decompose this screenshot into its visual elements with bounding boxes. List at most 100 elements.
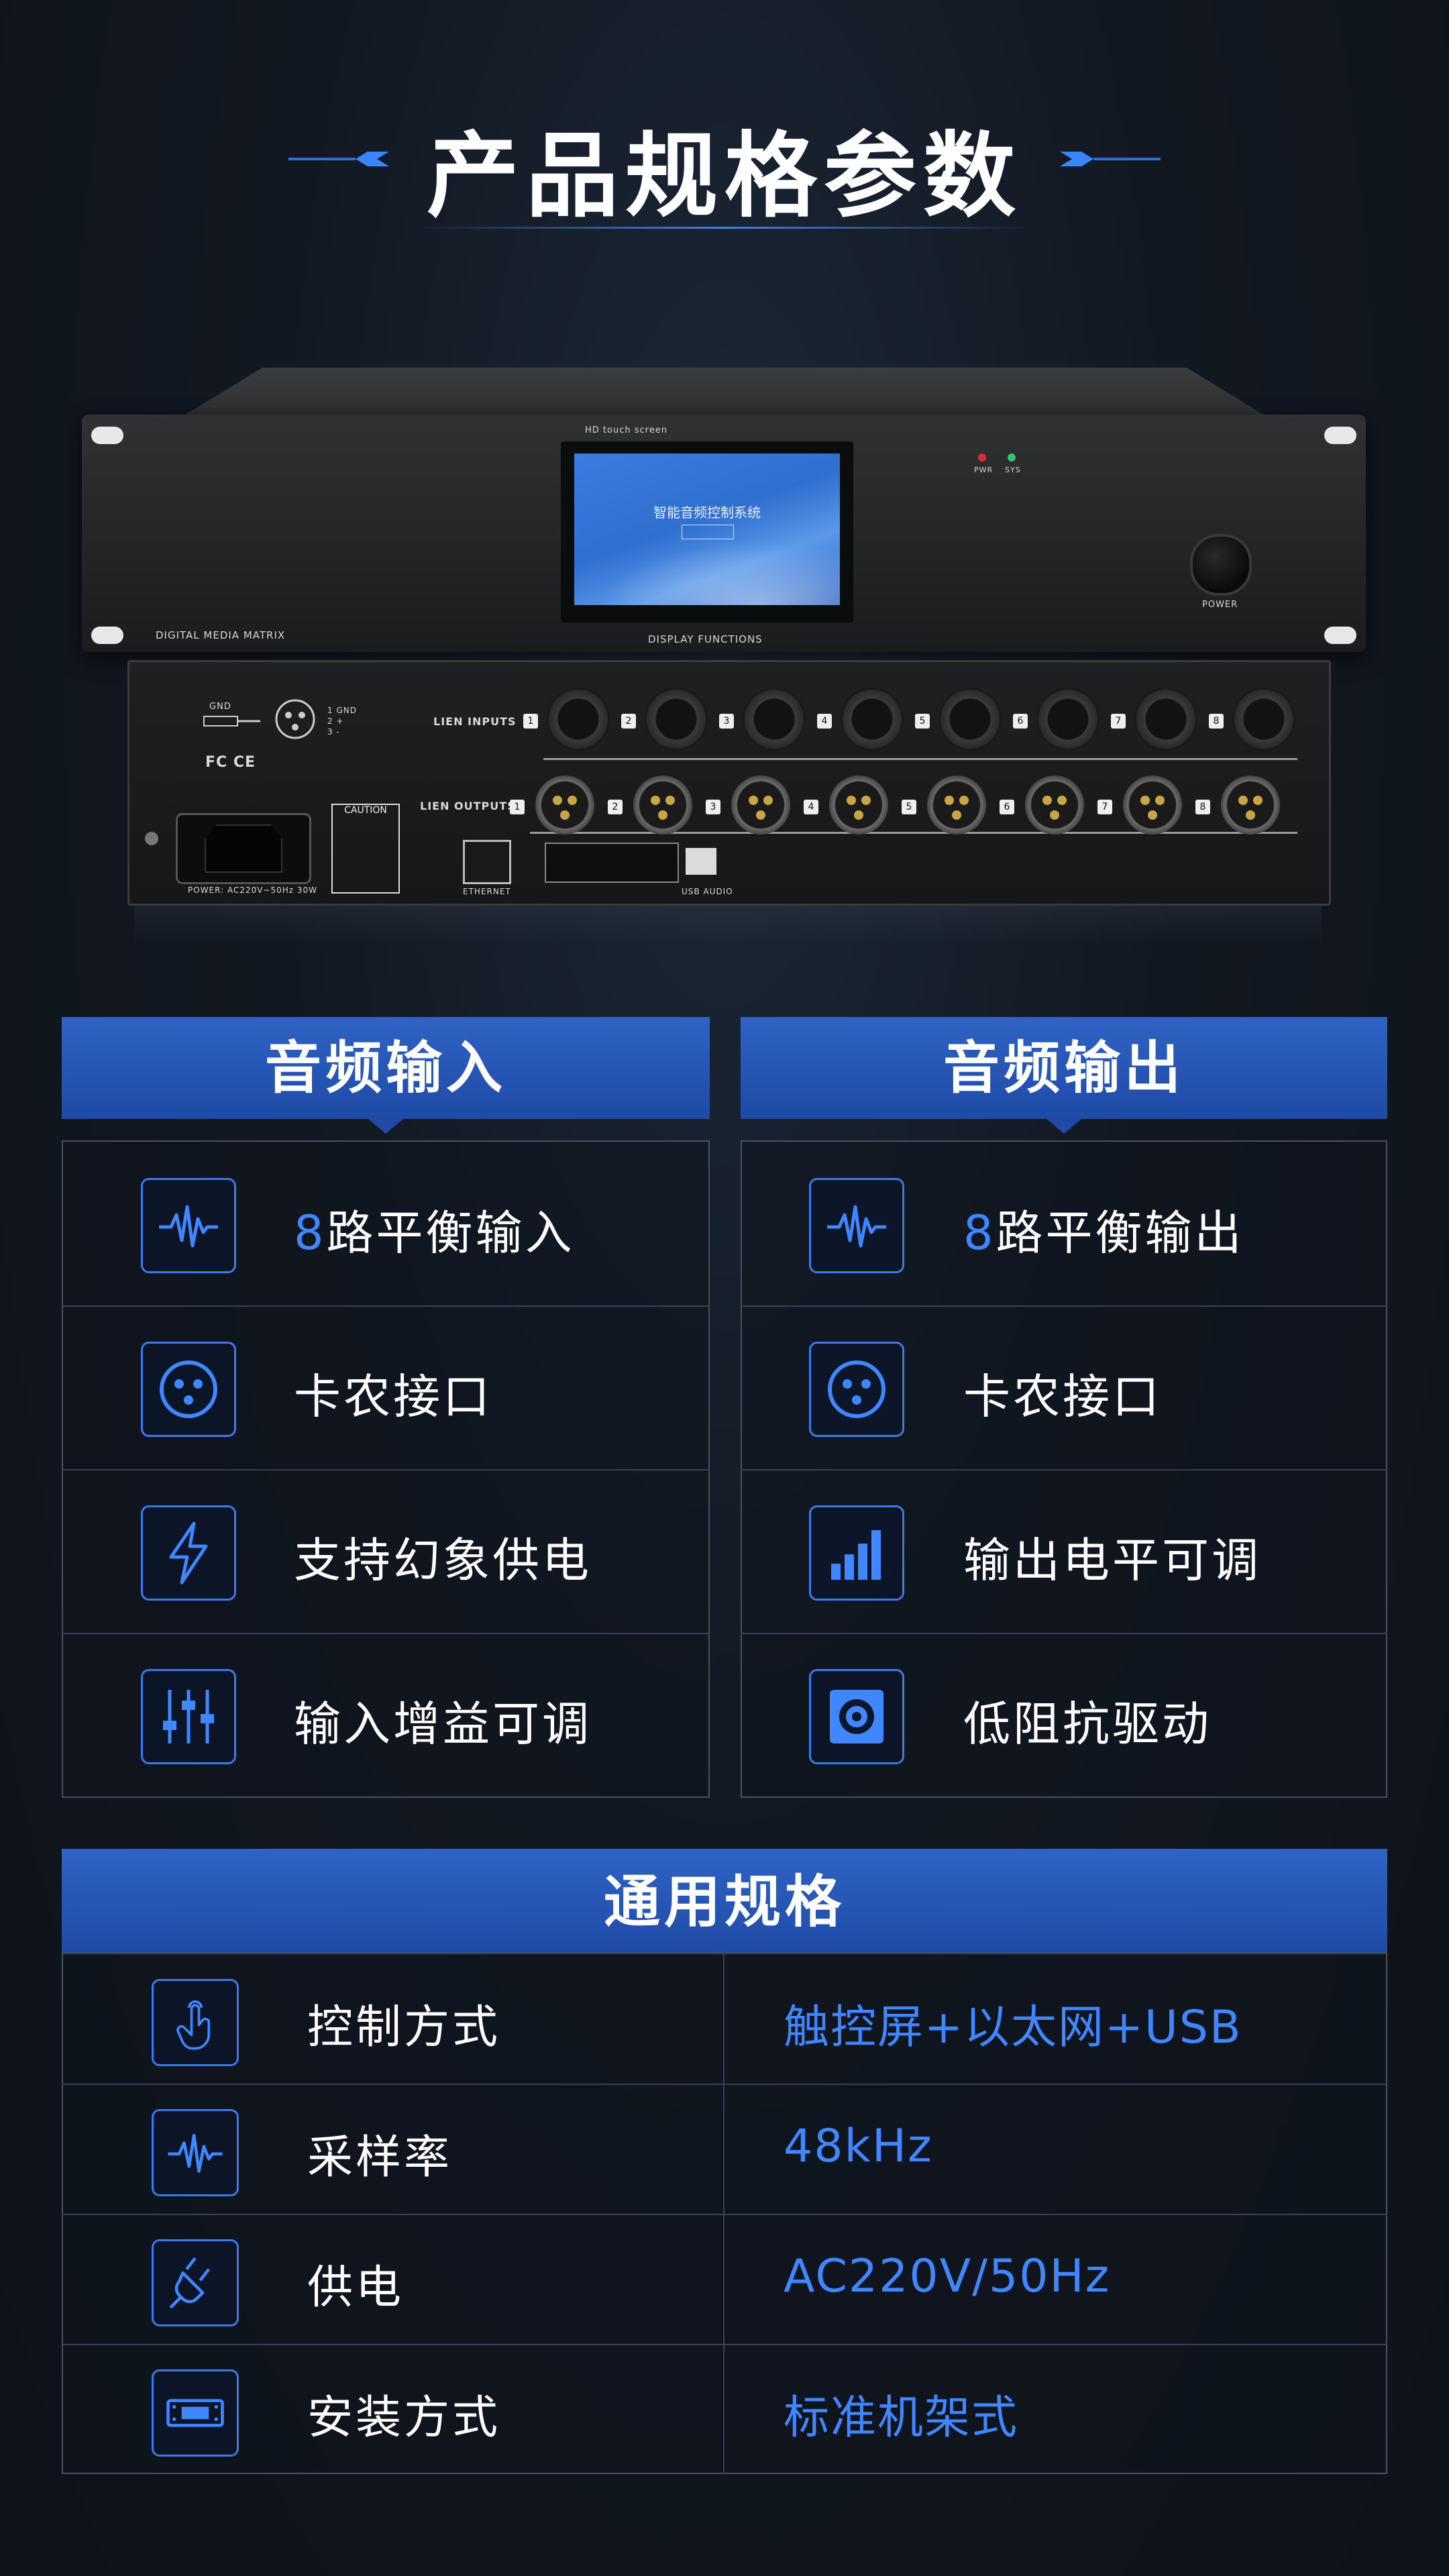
plug-icon xyxy=(152,2239,239,2326)
touch-hand-icon xyxy=(152,1979,239,2066)
xlr-input-jack xyxy=(647,690,706,749)
spec-label: 安装方式 xyxy=(307,2392,501,2445)
output-channel-number: 8 xyxy=(1195,800,1210,814)
screen-title: 智能音频控制系统 xyxy=(653,504,761,521)
xlr-input-jack xyxy=(941,690,1000,749)
gnd-label: GND xyxy=(209,702,231,712)
input-channel-number: 8 xyxy=(1209,714,1224,729)
ethernet-port xyxy=(463,840,511,884)
spec-label: 供电 xyxy=(307,2261,405,2314)
title-right-ornament xyxy=(1060,152,1161,166)
row-divider xyxy=(62,2084,1387,2085)
row-divider xyxy=(62,1633,710,1634)
xlr-connector-icon xyxy=(809,1342,904,1437)
xlr-output-jack xyxy=(1025,775,1084,835)
power-button xyxy=(1190,534,1252,596)
waveform-icon xyxy=(809,1178,904,1273)
sys-led-label: SYS xyxy=(1005,466,1021,474)
rack-hole xyxy=(1324,627,1356,644)
waveform-icon xyxy=(141,1178,236,1273)
screen-wave xyxy=(574,530,840,605)
feature-text: 路平衡输入 xyxy=(326,1205,575,1260)
waveform-icon xyxy=(152,2109,239,2196)
pwr-led xyxy=(978,453,986,462)
output-channel-number: 2 xyxy=(608,800,623,814)
xlr-output-jack xyxy=(535,775,594,835)
xlr-input-jack xyxy=(549,690,608,749)
device-reflection xyxy=(134,906,1322,946)
audio-input-header: 音频输入 xyxy=(62,1017,710,1134)
rack-hole xyxy=(91,427,123,444)
xlr-input-jack xyxy=(1234,690,1293,749)
feature-number: 8 xyxy=(294,1205,327,1260)
pwr-led-label: PWR xyxy=(974,466,994,474)
spec-value: 48kHz xyxy=(784,2120,933,2173)
feature-text: 卡农接口 xyxy=(963,1369,1162,1424)
output-channel-number: 4 xyxy=(804,800,818,814)
row-divider xyxy=(741,1633,1387,1634)
xlr-pinout-icon xyxy=(275,699,315,739)
row-divider xyxy=(62,2344,1387,2345)
pin-label-3: 3 - xyxy=(327,727,340,737)
pin-label-2: 2 + xyxy=(327,716,344,726)
spec-value: 标准机架式 xyxy=(784,2392,1019,2445)
input-channel-number: 2 xyxy=(621,714,636,729)
feature-text: 输入增益可调 xyxy=(294,1697,592,1752)
general-specs-title: 通用规格 xyxy=(603,1869,845,1935)
cert-marks: FC CE xyxy=(205,754,256,771)
audio-output-header: 音频输出 xyxy=(741,1017,1387,1134)
caution-text: CAUTION xyxy=(344,805,387,816)
device-top-panel xyxy=(174,368,1275,421)
input-channel-number: 5 xyxy=(915,714,930,729)
power-label: POWER xyxy=(1202,600,1238,610)
xlr-output-jack xyxy=(829,775,888,835)
level-bars-icon xyxy=(809,1505,904,1601)
inputs-row-line xyxy=(543,758,1297,760)
row-divider xyxy=(741,1469,1387,1470)
sliders-icon xyxy=(141,1669,236,1764)
output-channel-number: 1 xyxy=(510,800,525,814)
power-spec-label: POWER: AC220V~50Hz 30W xyxy=(188,885,318,895)
xlr-output-jack xyxy=(633,775,692,835)
jack-diagram-icon xyxy=(203,716,260,727)
rack-hole xyxy=(91,627,123,644)
inputs-label: LIEN INPUTS xyxy=(433,715,517,728)
xlr-output-jack xyxy=(1221,775,1280,835)
general-specs-header: 通用规格 xyxy=(62,1849,1387,1955)
feature-text: 输出电平可调 xyxy=(963,1533,1261,1588)
input-channel-number: 3 xyxy=(719,714,734,729)
xlr-input-jack xyxy=(1038,690,1097,749)
caution-label: CAUTION xyxy=(331,804,400,894)
output-channel-number: 5 xyxy=(902,800,916,814)
ground-screw xyxy=(145,832,158,845)
output-channel-number: 7 xyxy=(1097,800,1112,814)
spec-label: 采样率 xyxy=(307,2131,453,2184)
spec-value: AC220V/50Hz xyxy=(784,2250,1111,2303)
feature-number: 8 xyxy=(963,1205,996,1260)
usb-port xyxy=(686,848,716,875)
ethernet-label: ETHERNET xyxy=(463,887,511,896)
xlr-input-jack xyxy=(745,690,804,749)
row-divider xyxy=(62,1469,710,1470)
xlr-input-jack xyxy=(843,690,902,749)
lightning-icon xyxy=(141,1505,236,1601)
spec-label: 控制方式 xyxy=(307,2001,501,2054)
screen-button xyxy=(682,525,734,539)
title-underline xyxy=(416,227,1033,229)
audio-output-title: 音频输出 xyxy=(943,1035,1185,1101)
rack-unit-icon xyxy=(152,2369,239,2457)
outputs-label: LIEN OUTPUTS xyxy=(420,800,516,812)
speaker-icon xyxy=(809,1669,904,1764)
input-channel-number: 1 xyxy=(523,714,538,729)
power-socket xyxy=(176,813,311,884)
spec-value: 触控屏+以太网+USB xyxy=(784,2001,1242,2054)
sys-led xyxy=(1008,453,1016,462)
feature-text: 路平衡输出 xyxy=(996,1205,1244,1260)
input-channel-number: 6 xyxy=(1013,714,1028,729)
output-channel-number: 3 xyxy=(706,800,720,814)
brand-label: DIGITAL MEDIA MATRIX xyxy=(156,629,286,641)
rack-hole xyxy=(1324,427,1356,444)
feature-text: 卡农接口 xyxy=(294,1369,492,1424)
usb-label: USB AUDIO xyxy=(682,887,733,896)
terminal-block xyxy=(545,843,679,883)
